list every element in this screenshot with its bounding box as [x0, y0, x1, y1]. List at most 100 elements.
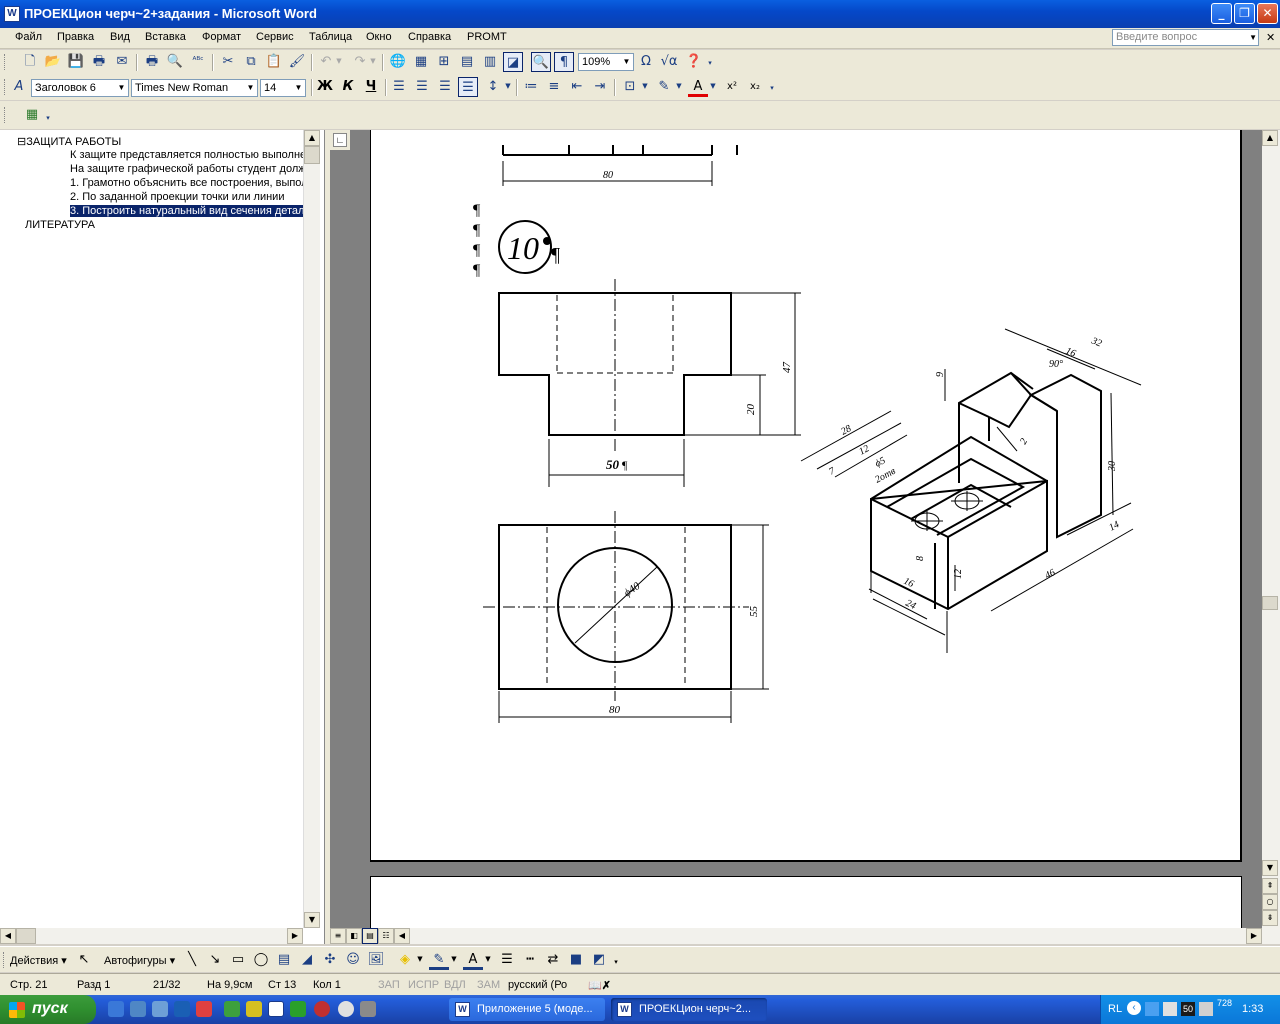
- toolbar-options-icon[interactable]: ▾: [704, 54, 716, 74]
- redo-dropdown-icon[interactable]: ▼: [368, 52, 378, 72]
- line-color-dropdown-icon[interactable]: ▼: [449, 950, 459, 970]
- quicklaunch-icon[interactable]: [290, 1001, 306, 1017]
- save-icon[interactable]: 💾: [66, 52, 86, 72]
- clipart-icon[interactable]: ☺: [343, 950, 363, 970]
- help-search-input[interactable]: Введите вопрос ▼: [1112, 29, 1259, 46]
- status-record[interactable]: ЗАП: [378, 979, 400, 991]
- quicklaunch-icon[interactable]: [224, 1001, 240, 1017]
- browse-object-icon[interactable]: ○: [1262, 894, 1278, 910]
- tab-selector[interactable]: ∟: [330, 130, 350, 150]
- scroll-down-icon[interactable]: ▼: [1262, 860, 1278, 876]
- bold-button[interactable]: Ж: [315, 77, 335, 97]
- wordart-icon[interactable]: ◢: [297, 950, 317, 970]
- actions-menu[interactable]: Действия ▾: [10, 954, 67, 967]
- doc-map-vertical-scrollbar[interactable]: ▲ ▼: [303, 130, 320, 928]
- chevron-down-icon[interactable]: ▼: [245, 80, 256, 96]
- font-select[interactable]: Times New Roman ▼: [131, 79, 258, 97]
- scroll-down-icon[interactable]: ▼: [304, 912, 320, 928]
- close-button[interactable]: ✕: [1257, 3, 1278, 24]
- align-left-icon[interactable]: ☰: [389, 77, 409, 97]
- highlight-dropdown-icon[interactable]: ▼: [674, 77, 684, 97]
- doc-map-item-selected[interactable]: 3. Построить натуральный вид сечения дет…: [70, 205, 303, 217]
- show-hidden-icons-icon[interactable]: ‹: [1127, 1001, 1141, 1015]
- toolbar-grip[interactable]: [3, 952, 6, 968]
- align-right-icon[interactable]: ☰: [435, 77, 455, 97]
- scroll-thumb[interactable]: [1262, 596, 1278, 610]
- fill-color-icon[interactable]: ◈: [395, 950, 415, 970]
- subscript-icon[interactable]: x₂: [745, 77, 765, 97]
- menu-format[interactable]: Формат: [202, 31, 241, 43]
- doc-map-item[interactable]: На защите графической работы студент дол…: [70, 163, 303, 175]
- picture-icon[interactable]: 🖼: [366, 950, 386, 970]
- toolbar-options-icon[interactable]: ▾: [766, 79, 778, 99]
- chart-icon[interactable]: ▦: [22, 105, 42, 125]
- spelling-icon[interactable]: ᴬᴮᶜ: [188, 52, 208, 72]
- minimize-button[interactable]: _: [1211, 3, 1232, 24]
- menu-help[interactable]: Справка: [408, 31, 451, 43]
- print-layout-icon[interactable]: ▤: [362, 928, 378, 944]
- show-formatting-icon[interactable]: ¶: [554, 52, 574, 72]
- scroll-left-icon[interactable]: ◀: [394, 928, 410, 944]
- outline-view-icon[interactable]: ☷: [378, 928, 394, 944]
- undo-icon[interactable]: ↶: [316, 52, 336, 72]
- normal-view-icon[interactable]: ≡: [330, 928, 346, 944]
- arrow-style-icon[interactable]: ⇄: [543, 950, 563, 970]
- columns-icon[interactable]: ▥: [480, 52, 500, 72]
- status-extend[interactable]: ВДЛ: [444, 979, 466, 991]
- undo-dropdown-icon[interactable]: ▼: [334, 52, 344, 72]
- doc-map-heading-literature[interactable]: ЛИТЕРАТУРА: [25, 219, 303, 231]
- italic-button[interactable]: К: [338, 77, 358, 97]
- toolbar-options-icon[interactable]: ▾: [610, 953, 622, 973]
- menu-tools[interactable]: Сервис: [256, 31, 294, 43]
- select-pointer-icon[interactable]: ↖: [74, 950, 94, 970]
- line-color-icon[interactable]: ✎: [429, 950, 449, 970]
- insert-excel-icon[interactable]: ▤: [457, 52, 477, 72]
- rectangle-tool-icon[interactable]: ▭: [228, 950, 248, 970]
- chevron-down-icon[interactable]: ▼: [116, 80, 127, 96]
- chevron-down-icon[interactable]: ▼: [621, 54, 632, 70]
- quicklaunch-icon[interactable]: [130, 1001, 146, 1017]
- insert-table-icon[interactable]: ⊞: [434, 52, 454, 72]
- input-language[interactable]: RL: [1108, 1003, 1122, 1015]
- numbering-icon[interactable]: ≔: [521, 77, 541, 97]
- dash-style-icon[interactable]: ┅: [520, 950, 540, 970]
- scroll-right-icon[interactable]: ▶: [287, 928, 303, 944]
- line-spacing-dropdown-icon[interactable]: ▼: [503, 77, 513, 97]
- menu-file[interactable]: Файл: [15, 31, 42, 43]
- borders-icon[interactable]: ⊡: [620, 77, 640, 97]
- shadow-style-icon[interactable]: ■: [566, 950, 586, 970]
- doc-map-item[interactable]: К защите представляется полностью выполн…: [70, 149, 303, 161]
- volume-level-badge[interactable]: 50: [1181, 1002, 1195, 1016]
- menu-table[interactable]: Таблица: [309, 31, 352, 43]
- drawing-toggle-icon[interactable]: ◪: [503, 52, 523, 72]
- word-app-icon[interactable]: W: [4, 6, 20, 22]
- menu-window[interactable]: Окно: [366, 31, 392, 43]
- scroll-up-icon[interactable]: ▲: [304, 130, 320, 146]
- taskbar-item-appendix[interactable]: W Приложение 5 (моде...: [449, 998, 605, 1021]
- font-color-icon[interactable]: A: [688, 77, 708, 97]
- quicklaunch-icon[interactable]: [152, 1001, 168, 1017]
- font-size-select[interactable]: 14 ▼: [260, 79, 306, 97]
- status-overtype[interactable]: ЗАМ: [477, 979, 500, 991]
- font-color-icon[interactable]: A: [463, 950, 483, 970]
- security-icon[interactable]: [1163, 1002, 1177, 1016]
- network-icon[interactable]: [1145, 1002, 1159, 1016]
- scroll-up-icon[interactable]: ▲: [1262, 130, 1278, 146]
- status-track[interactable]: ИСПР: [408, 979, 439, 991]
- line-spacing-icon[interactable]: ↕: [483, 77, 503, 97]
- symbol-omega-icon[interactable]: Ω: [636, 52, 656, 72]
- menu-insert[interactable]: Вставка: [145, 31, 186, 43]
- spelling-status-icon[interactable]: 📖✗: [588, 979, 611, 992]
- scroll-right-icon[interactable]: ▶: [1246, 928, 1262, 944]
- doc-map-item[interactable]: 2. По заданной проекции точки или линии: [70, 191, 303, 203]
- scroll-thumb[interactable]: [16, 928, 36, 944]
- toolbar-grip[interactable]: [4, 79, 7, 95]
- horizontal-scrollbar[interactable]: ≡ ◧ ▤ ☷ ◀ ▶: [330, 928, 1262, 944]
- tables-borders-icon[interactable]: ▦: [411, 52, 431, 72]
- word-quicklaunch-icon[interactable]: [268, 1001, 284, 1017]
- previous-page-icon[interactable]: ⇞: [1262, 878, 1278, 894]
- format-painter-icon[interactable]: 🖌: [287, 52, 307, 72]
- autoshapes-menu[interactable]: Автофигуры ▾: [104, 954, 175, 967]
- web-view-icon[interactable]: ◧: [346, 928, 362, 944]
- redo-icon[interactable]: ↷: [350, 52, 370, 72]
